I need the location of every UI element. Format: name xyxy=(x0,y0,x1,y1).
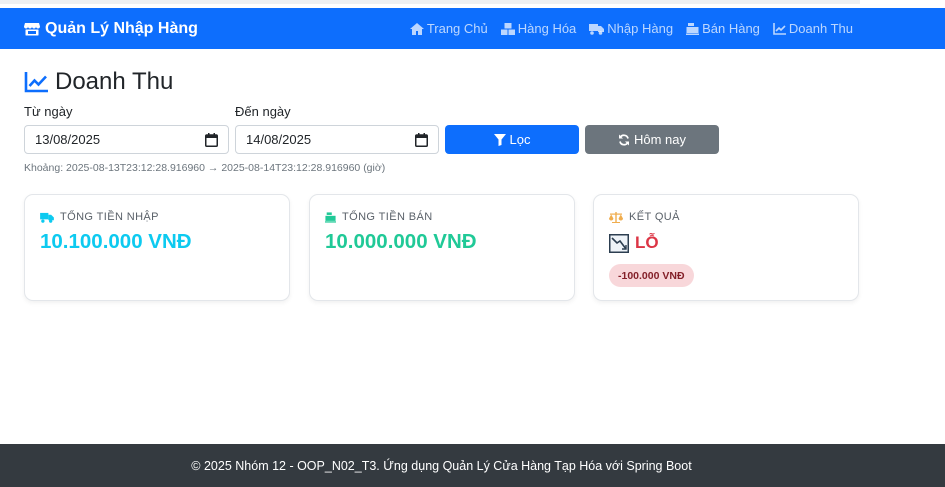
navbar: Quản Lý Nhập Hàng Trang Chủ Hàng Hóa Nhậ… xyxy=(0,8,945,49)
nav-item-products[interactable]: Hàng Hóa xyxy=(500,21,577,36)
nav-item-revenue[interactable]: Doanh Thu xyxy=(773,21,853,36)
from-date-input[interactable]: 13/08/2025 xyxy=(24,125,229,154)
result-row: LỖ xyxy=(609,233,659,253)
nav-label: Trang Chủ xyxy=(426,21,488,36)
sales-total-value: 10.000.000 VNĐ xyxy=(325,230,477,253)
import-total-card: TỔNG TIỀN NHẬP 10.100.000 VNĐ xyxy=(24,194,290,301)
truck-icon xyxy=(40,212,54,223)
today-button-label: Hôm nay xyxy=(633,132,687,147)
main-nav: Trang Chủ Hàng Hóa Nhập Hàng Bán Hàng Do… xyxy=(397,8,853,49)
nav-label: Doanh Thu xyxy=(788,21,853,36)
chart-line-icon xyxy=(24,71,48,92)
to-date-value: 14/08/2025 xyxy=(246,132,312,147)
nav-item-home[interactable]: Trang Chủ xyxy=(409,21,488,36)
footer: © 2025 Nhóm 12 - OOP_N02_T3. Ứng dụng Qu… xyxy=(0,444,945,487)
card-header: TỔNG TIỀN NHẬP xyxy=(40,211,159,223)
store-icon xyxy=(24,22,40,35)
from-date-value: 13/08/2025 xyxy=(35,132,101,147)
card-header: TỔNG TIỀN BÁN xyxy=(325,211,433,223)
refresh-icon xyxy=(618,133,629,146)
calendar-icon[interactable] xyxy=(415,133,428,147)
brand-link[interactable]: Quản Lý Nhập Hàng xyxy=(24,8,198,49)
nav-item-import[interactable]: Nhập Hàng xyxy=(589,21,673,36)
filter-icon xyxy=(493,133,506,146)
today-button[interactable]: Hôm nay xyxy=(585,125,719,154)
truck-icon xyxy=(589,23,605,35)
to-date-label: Đến ngày xyxy=(235,104,291,119)
nav-label: Hàng Hóa xyxy=(517,21,577,36)
page-title: Doanh Thu xyxy=(24,68,173,96)
difference-badge: -100.000 VNĐ xyxy=(609,264,694,287)
card-label: TỔNG TIỀN BÁN xyxy=(342,211,433,223)
filter-button[interactable]: Lọc xyxy=(445,125,579,154)
footer-text: © 2025 Nhóm 12 - OOP_N02_T3. Ứng dụng Qu… xyxy=(191,458,692,473)
nav-item-sales[interactable]: Bán Hàng xyxy=(686,21,760,36)
card-label: KẾT QUẢ xyxy=(629,211,680,223)
home-icon xyxy=(409,22,424,35)
calendar-icon[interactable] xyxy=(205,133,218,147)
chart-decreasing-icon xyxy=(609,233,629,253)
sales-total-card: TỔNG TIỀN BÁN 10.000.000 VNĐ xyxy=(309,194,575,301)
chart-line-icon xyxy=(773,22,786,35)
nav-label: Bán Hàng xyxy=(702,21,760,36)
from-date-label: Từ ngày xyxy=(24,104,73,119)
balance-scale-icon xyxy=(609,211,623,223)
cash-register-icon xyxy=(325,211,336,223)
page-title-text: Doanh Thu xyxy=(55,68,174,95)
filter-button-label: Lọc xyxy=(509,132,531,147)
top-strip xyxy=(0,0,945,8)
result-card: KẾT QUẢ LỖ -100.000 VNĐ xyxy=(593,194,859,301)
card-label: TỔNG TIỀN NHẬP xyxy=(60,211,159,223)
card-header: KẾT QUẢ xyxy=(609,211,680,223)
result-text: LỖ xyxy=(635,233,659,252)
nav-label: Nhập Hàng xyxy=(607,21,674,36)
brand-title: Quản Lý Nhập Hàng xyxy=(45,19,198,37)
import-total-value: 10.100.000 VNĐ xyxy=(40,230,192,253)
boxes-icon xyxy=(500,22,515,35)
to-date-input[interactable]: 14/08/2025 xyxy=(235,125,439,154)
cash-register-icon xyxy=(686,22,700,35)
date-range-text: Khoảng: 2025-08-13T23:12:28.916960 → 202… xyxy=(24,162,386,174)
